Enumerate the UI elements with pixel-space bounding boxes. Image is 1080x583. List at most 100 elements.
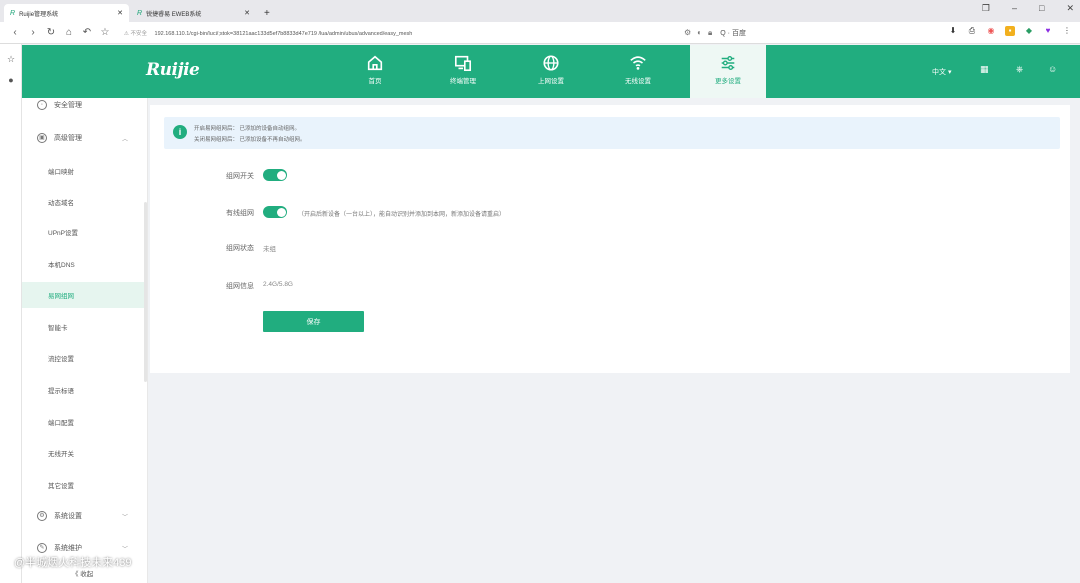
sidebar-scrollbar[interactable] <box>144 202 147 382</box>
mesh-switch-label: 组网开关 <box>226 173 254 180</box>
forward-icon[interactable]: › <box>26 27 40 38</box>
menu-label: 上网设置 <box>538 78 564 85</box>
sidebar-item-prompt-slogan[interactable]: 提示标语 <box>22 383 144 397</box>
wired-mesh-label: 有线组网 <box>226 210 254 217</box>
info-icon: i <box>173 125 187 139</box>
close-tab-icon[interactable]: ✕ <box>117 9 123 17</box>
menu-wireless-settings[interactable]: 无线设置 <box>600 45 676 98</box>
download-icon[interactable]: ⬇ <box>948 26 958 36</box>
shield-icon: ◦ <box>37 100 47 110</box>
wifi-icon <box>630 56 646 70</box>
menu-label: 终端管理 <box>450 78 476 85</box>
screenshot-icon[interactable]: ⎙ <box>967 26 977 36</box>
save-button[interactable]: 保存 <box>263 311 364 332</box>
mesh-info-value: 2.4G/5.8G <box>263 281 293 288</box>
globe-icon <box>543 55 559 71</box>
chevron-down-icon: ﹀ <box>121 546 128 553</box>
qrcode-icon[interactable]: ▦ <box>980 64 989 75</box>
extension-icon[interactable]: ◐ <box>697 28 702 37</box>
minimize-window-button[interactable]: – <box>1012 3 1017 14</box>
close-tab-icon[interactable]: ✕ <box>244 9 250 17</box>
sidebar-group-label: 系统维护 <box>54 545 82 552</box>
menu-label: 首页 <box>368 78 382 85</box>
sidebar-group-system-maintenance[interactable]: ✎ 系统维护 ﹀ <box>22 541 144 555</box>
insecure-warning: ⚠ 不安全 <box>124 30 147 37</box>
menu-internet-settings[interactable]: 上网设置 <box>513 45 589 98</box>
advanced-icon: ▣ <box>37 133 47 143</box>
sidebar-item-easy-mesh[interactable]: 易网组网 <box>22 282 144 308</box>
sidebar-item-upnp[interactable]: UPnP设置 <box>22 225 144 239</box>
tools-icon: ✎ <box>37 543 47 553</box>
menu-dots-icon[interactable]: ⋮ <box>1062 26 1072 36</box>
address-bar: ‹ › ↻ ⌂ ↶ ☆ ⚠ 不安全 192.168.110.1/cgi-bin/… <box>0 22 1080 44</box>
sidebar-item-port-config[interactable]: 端口配置 <box>22 415 144 429</box>
chevron-down-icon: ﹀ <box>121 514 128 521</box>
sidebar-group-security[interactable]: ◦ 安全管理 <box>22 98 144 112</box>
menu-label: 更多设置 <box>715 78 741 85</box>
close-window-button[interactable]: ✕ <box>1066 3 1074 14</box>
sliders-icon <box>721 56 735 70</box>
sidebar-group-advanced[interactable]: ▣ 高级管理 ︿ <box>22 131 144 145</box>
sidebar-item-port-mapping[interactable]: 端口映射 <box>22 164 144 178</box>
bookmark-star-icon[interactable]: ☆ <box>98 27 112 38</box>
extension-green-icon[interactable]: ◆ <box>1024 26 1034 36</box>
devices-icon <box>454 55 472 72</box>
browser-extensions: ⬇ ⎙ ◉ ▪ ◆ ♥ ⋮ <box>948 26 1072 36</box>
home-icon <box>367 55 383 71</box>
address-actions: ⚙ ◐ 🔒︎ <box>684 28 712 38</box>
browser-search-input[interactable]: Q · 百度 <box>720 28 840 38</box>
sidebar-group-system-settings[interactable]: ⚙ 系统设置 ﹀ <box>22 509 144 523</box>
undo-icon[interactable]: ↶ <box>80 27 94 38</box>
sidebar-item-smart-card[interactable]: 智能卡 <box>22 320 144 334</box>
side-star-icon[interactable]: ☆ <box>0 54 22 65</box>
lock-icon[interactable]: 🔒︎ <box>708 28 712 38</box>
menu-terminal-management[interactable]: 终端管理 <box>425 45 501 98</box>
sidebar-item-local-dns[interactable]: 本机DNS <box>22 257 144 271</box>
sidebar-item-flow-control[interactable]: 流控设置 <box>22 351 144 365</box>
menu-home[interactable]: 首页 <box>337 45 413 98</box>
toggle-knob <box>276 207 286 217</box>
home-browser-icon[interactable]: ⌂ <box>62 27 76 38</box>
ruijie-favicon-icon: R <box>10 9 16 17</box>
menu-more-settings[interactable]: 更多设置 <box>690 45 766 98</box>
mesh-status-label: 组网状态 <box>226 245 254 252</box>
extension-red-icon[interactable]: ◉ <box>986 26 996 36</box>
heart-icon[interactable]: ♥ <box>1043 26 1053 36</box>
sidebar-group-label: 系统设置 <box>54 513 82 520</box>
url-field[interactable]: ⚠ 不安全 192.168.110.1/cgi-bin/luci/;stok=3… <box>124 29 644 37</box>
tab-title: Ruijie管理系统 <box>19 11 59 18</box>
gear-icon: ⚙ <box>37 511 47 521</box>
language-selector[interactable]: 中文 ▾ <box>932 67 951 77</box>
sidebar-group-label: 安全管理 <box>54 102 82 109</box>
ruijie-favicon-icon: R <box>137 9 143 17</box>
sidebar-item-wireless-switch[interactable]: 无线开关 <box>22 446 144 460</box>
user-account-icon[interactable]: ☺ <box>1048 64 1057 74</box>
extension-orange-icon[interactable]: ▪ <box>1005 26 1015 36</box>
network-topology-icon[interactable]: ⎈ <box>1016 64 1023 75</box>
side-app-icon[interactable]: ● <box>0 75 22 85</box>
main-panel: i 开启易网组网后： 已添加的设备自动组网。 关闭易网组网后： 已添加设备不再自… <box>150 105 1070 373</box>
browser-tab-eweb[interactable]: R 锐捷睿易 EWEB系统 ✕ <box>131 4 256 22</box>
maximize-window-button[interactable]: □ <box>1039 3 1044 14</box>
back-icon[interactable]: ‹ <box>8 27 22 38</box>
wired-mesh-hint: （开启后新设备（一台以上），能自动识别并添加到本网，新添加设备请重启） <box>298 212 506 218</box>
mesh-switch-toggle[interactable] <box>263 169 287 181</box>
tab-title: 锐捷睿易 EWEB系统 <box>146 11 202 18</box>
sidebar-item-other-settings[interactable]: 其它设置 <box>22 478 144 492</box>
url-text: 192.168.110.1/cgi-bin/luci/;stok=38121aa… <box>154 30 413 37</box>
sidebar-item-ddns[interactable]: 动态域名 <box>22 195 144 209</box>
ruijie-logo: Ruijie <box>146 60 200 80</box>
restore-window-button[interactable]: ❐ <box>982 3 990 14</box>
alert-line-1: 开启易网组网后： 已添加的设备自动组网。 <box>194 126 301 132</box>
reload-icon[interactable]: ↻ <box>44 27 58 38</box>
browser-tab-ruijie[interactable]: R Ruijie管理系统 ✕ <box>4 4 129 22</box>
new-tab-button[interactable]: + <box>258 8 276 22</box>
toggle-knob <box>276 170 286 180</box>
app-header: Ruijie 首页 终端管理 上网设置 无线设置 更多设置 中文 ▾ ▦ ⎈ ☺ <box>22 45 1080 98</box>
menu-label: 无线设置 <box>625 78 651 85</box>
watermark: @半城烟火科技未来439 <box>14 557 132 569</box>
wired-mesh-toggle[interactable] <box>263 206 287 218</box>
alert-line-2: 关闭易网组网后： 已添加设备不再自动组网。 <box>194 137 306 143</box>
settings-gear-icon[interactable]: ⚙ <box>684 28 691 37</box>
browser-side-strip: ☆ ● <box>0 44 22 583</box>
